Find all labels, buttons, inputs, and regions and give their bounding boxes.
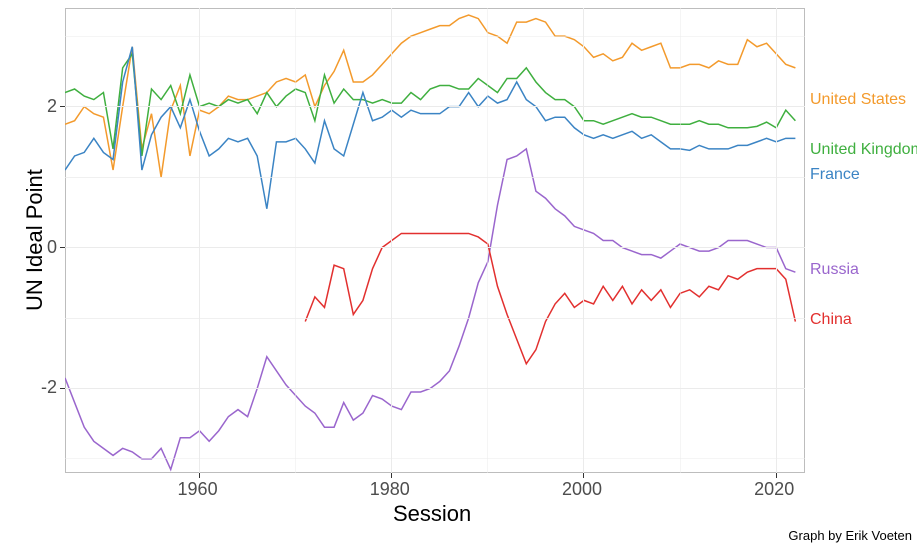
x-tick-label: 1980 [370,479,410,500]
series-label-france: France [810,166,860,184]
y-tick [60,388,65,389]
y-tick-label: 0 [47,237,57,258]
grid-v [776,8,777,473]
y-tick [60,106,65,107]
series-label-china: China [810,311,852,329]
series-line-france [65,47,795,209]
grid-v-minor [295,8,296,473]
chart-caption: Graph by Erik Voeten [788,528,912,543]
grid-v [583,8,584,473]
x-tick [199,473,200,478]
x-tick-label: 2000 [562,479,602,500]
y-tick-label: -2 [41,377,57,398]
grid-h-minor [65,458,805,459]
x-tick-label: 1960 [178,479,218,500]
grid-v-minor [680,8,681,473]
grid-v-minor [487,8,488,473]
series-line-united-kingdom [65,54,795,156]
y-axis-title: UN Ideal Point [22,169,48,311]
grid-v [391,8,392,473]
x-tick [776,473,777,478]
series-line-russia [65,149,795,470]
x-tick-label: 2020 [754,479,794,500]
x-tick [391,473,392,478]
series-line-china [305,233,795,363]
x-tick [583,473,584,478]
grid-h [65,247,805,248]
y-tick [60,247,65,248]
grid-h-minor [65,36,805,37]
grid-h-minor [65,177,805,178]
y-tick-label: 2 [47,96,57,117]
series-label-united-states: United States [810,91,906,109]
x-axis-title: Session [393,501,471,527]
grid-v [199,8,200,473]
grid-h [65,388,805,389]
series-label-russia: Russia [810,261,859,279]
grid-h [65,106,805,107]
series-label-united-kingdom: United Kingdom [810,141,917,159]
chart-lines [0,0,917,548]
grid-h-minor [65,318,805,319]
